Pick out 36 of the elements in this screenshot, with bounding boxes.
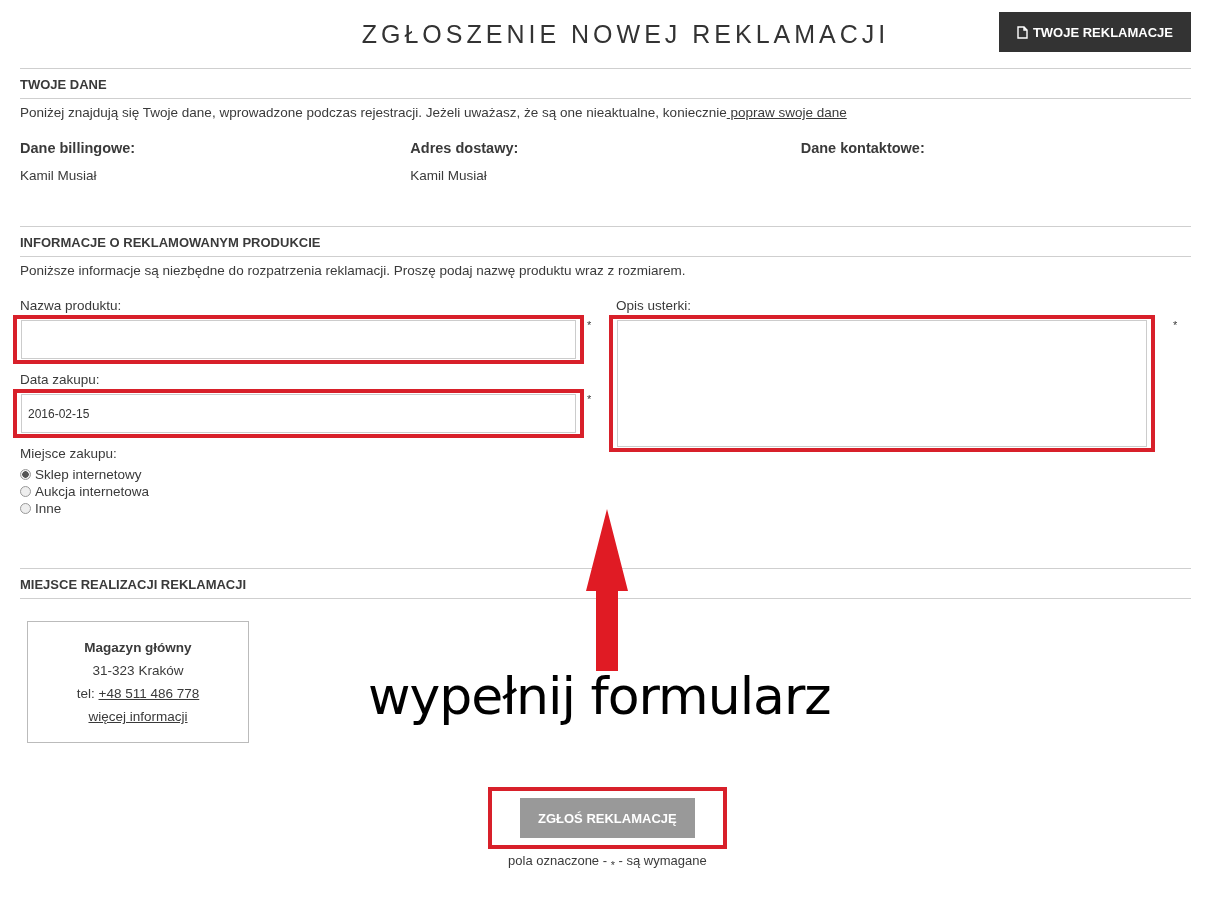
section-heading: TWOJE DANE <box>20 69 1191 99</box>
field-label: Data zakupu: <box>20 372 101 387</box>
required-mark: * <box>587 393 592 405</box>
radio-button[interactable] <box>20 469 31 480</box>
radio-option[interactable]: Aukcja internetowa <box>20 484 612 499</box>
phone-label: tel: <box>76 686 96 701</box>
product-name-field[interactable] <box>21 320 576 359</box>
section-heading: INFORMACJE O REKLAMOWANYM PRODUKCIE <box>20 227 1191 257</box>
radio-option[interactable]: Sklep internetowy <box>20 467 612 482</box>
radio-option[interactable]: Inne <box>20 501 612 516</box>
radio-button[interactable] <box>20 486 31 497</box>
customer-name: Kamil Musiał <box>410 168 488 183</box>
customer-name: Kamil Musiał <box>20 168 98 183</box>
column-heading: Adres dostawy: <box>410 140 520 156</box>
radio-button[interactable] <box>20 503 31 514</box>
column-heading: Dane billingowe: <box>20 140 137 156</box>
field-label: Opis usterki: <box>616 298 693 313</box>
field-label: Miejsce zakupu: <box>20 446 118 461</box>
more-info-link[interactable]: więcej informacji <box>88 709 188 724</box>
edit-data-link[interactable]: popraw swoje dane <box>726 105 847 120</box>
page-title: ZGŁOSZENIE NOWEJ REKLAMACJI <box>360 19 890 49</box>
column-heading: Dane kontaktowe: <box>800 140 926 156</box>
field-label: Nazwa produktu: <box>20 298 123 313</box>
required-note: pola oznaczone - $_{*}$ - są wymagane <box>508 853 707 871</box>
document-icon <box>1016 25 1028 39</box>
required-mark: * <box>587 319 592 331</box>
purchase-date-field[interactable]: 2016-02-15 <box>21 394 576 433</box>
your-complaints-button[interactable]: TWOJE REKLAMACJE <box>998 12 1191 52</box>
arrow-up-icon <box>585 509 629 671</box>
intro-text: Poniższe informacje są niezbędne do rozpatrzenia reklamacji. Proszę podaj nazwę produktu wraz z rozmiarem. <box>20 263 687 278</box>
location-name: Magazyn główny <box>83 639 193 657</box>
location-address: 31-323 Kraków <box>91 662 185 680</box>
intro-text: Poniżej znajdują się Twoje dane, wprowadzone podczas rejestracji. Jeżeli uważasz, że są one nieaktualne, koniecznie popraw swoje dane <box>20 105 848 120</box>
phone-link[interactable]: +48 511 486 778 <box>98 686 200 701</box>
annotation-text: wypełnij formularz <box>368 666 831 726</box>
required-mark: * <box>1173 319 1178 331</box>
